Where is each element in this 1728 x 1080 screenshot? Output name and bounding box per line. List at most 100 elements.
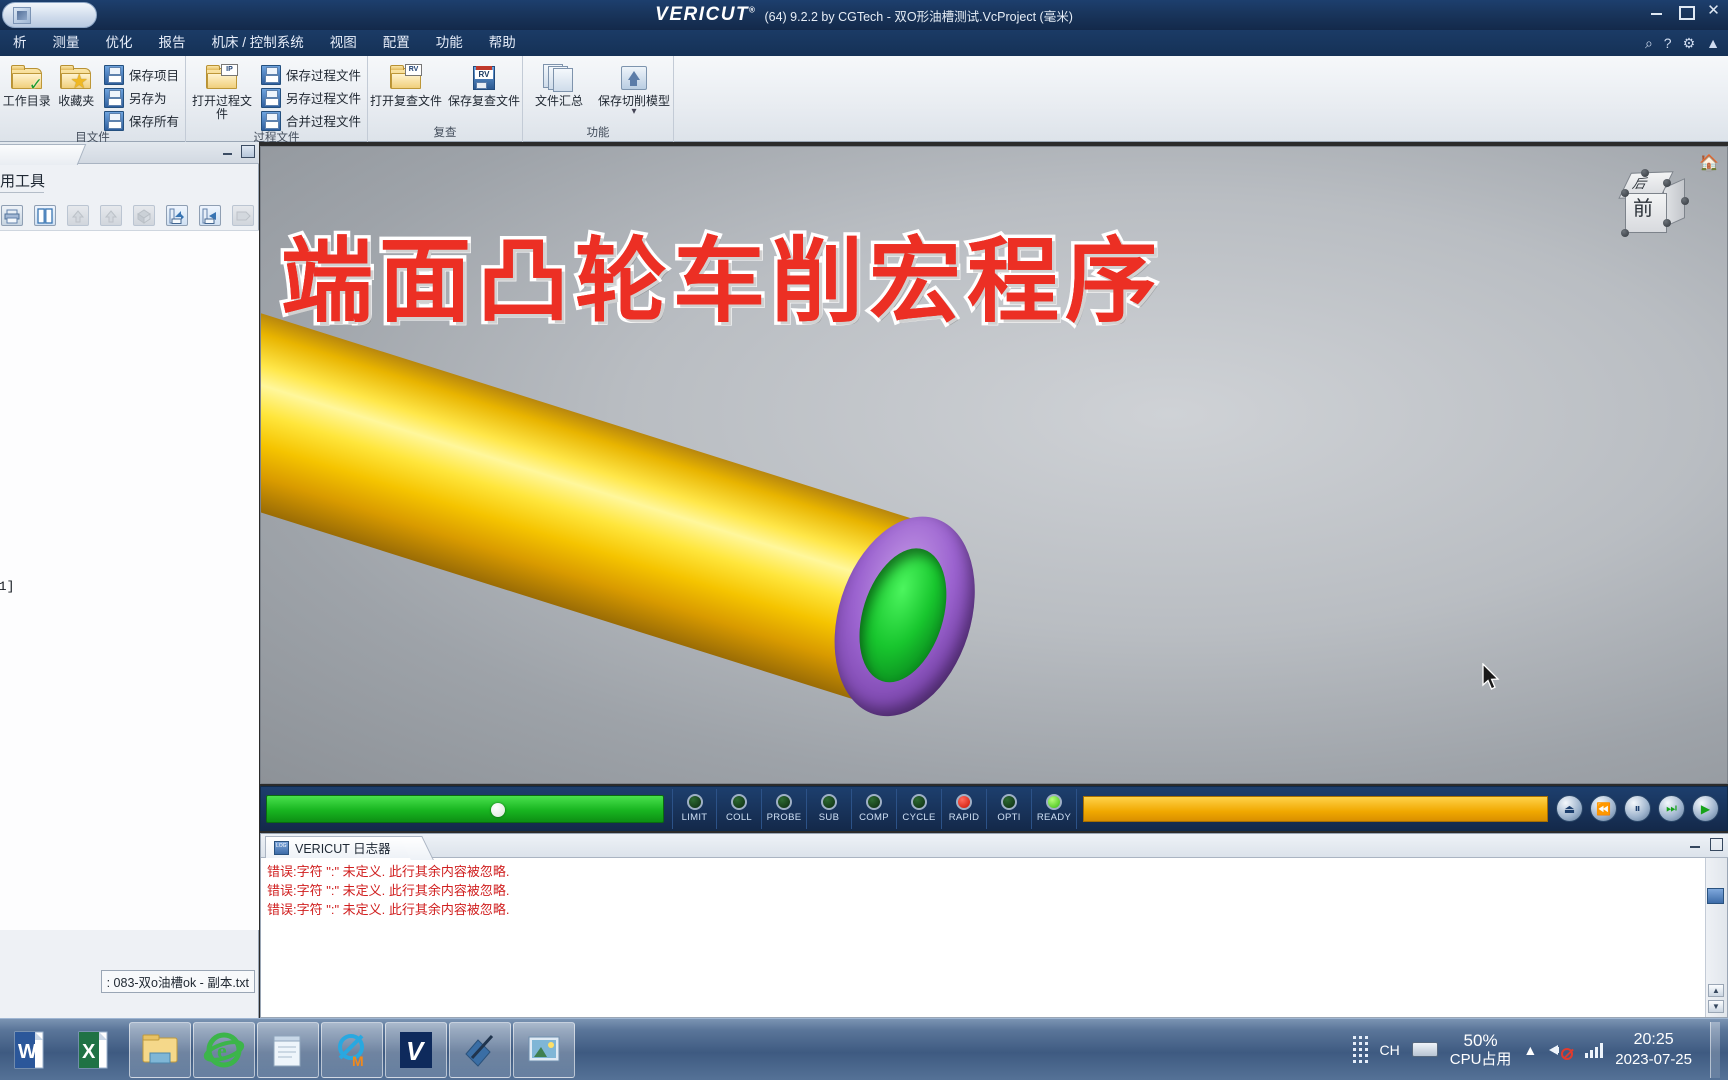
minimize-icon[interactable] [221, 145, 235, 158]
export-up2-icon[interactable] [99, 204, 123, 227]
save-project-button[interactable]: 保存项目 [101, 63, 185, 86]
log-row: 错误:字符 ":" 未定义. 此行其余内容被忽略. [267, 864, 510, 879]
menu-item-configure[interactable]: 配置 [370, 30, 423, 56]
minimize-icon[interactable] [1689, 838, 1702, 851]
keyboard-icon[interactable] [1411, 1042, 1438, 1057]
project-icon[interactable] [13, 6, 31, 24]
chevron-down-icon[interactable]: ▾ [631, 107, 636, 117]
show-desktop-button[interactable] [1710, 1021, 1720, 1078]
close-icon[interactable]: ✕ [1705, 3, 1722, 18]
window-controls: ✕ [1649, 3, 1722, 20]
ribbon-group-process-files: IP 打开过程文件 保存过程文件 另存过程文件 合并过程文件 过程文件 [186, 56, 368, 144]
reset-button[interactable]: ⏏ [1556, 795, 1583, 822]
comp-lamp [866, 794, 882, 810]
cpu-usage-indicator[interactable]: 50% CPU占用 [1450, 1031, 1512, 1069]
simulation-progress-bar[interactable] [266, 794, 664, 823]
favorites-button[interactable]: ★ 收藏夹 [51, 60, 100, 108]
network-bars-icon[interactable] [1585, 1042, 1604, 1058]
view-cube-corner[interactable] [1663, 179, 1671, 187]
export-up-icon[interactable] [66, 204, 90, 227]
left-panel-body[interactable]: 2*SIN#1] [0, 230, 259, 930]
search-icon[interactable]: ⌕ [1645, 35, 1653, 52]
taskbar-explorer[interactable] [129, 1021, 191, 1078]
menu-item-machine-control[interactable]: 机床 / 控制系统 [199, 30, 317, 56]
svg-text:M: M [352, 1053, 364, 1069]
view-cube-corner[interactable] [1681, 197, 1689, 205]
gear-icon[interactable]: ⚙ [1683, 35, 1696, 52]
view-cube[interactable]: 前 后 [1611, 169, 1689, 239]
taskbar-notepad[interactable] [257, 1021, 319, 1078]
nc-right-icon[interactable] [231, 204, 255, 227]
menu-item-view[interactable]: 视图 [317, 30, 370, 56]
status-light-rapid: RAPID [942, 788, 987, 829]
view-cube-corner[interactable] [1641, 169, 1649, 177]
save-cut-model-button[interactable]: 保存切削模型 ▾ [597, 60, 671, 117]
step-button[interactable]: ⏭ [1658, 795, 1685, 822]
menu-item-analysis[interactable]: 析 [0, 30, 40, 56]
3d-viewport[interactable]: 端面凸轮车削宏程序 端面凸轮车削宏程序 🏠 前 后 [260, 146, 1728, 784]
float-icon[interactable] [241, 145, 255, 158]
save-review-file-button[interactable]: RV 保存复查文件 [448, 60, 520, 108]
scroll-up-icon[interactable]: ▲ [1708, 984, 1724, 997]
ribbon-group-label-review: 复查 [433, 127, 457, 139]
model-icon[interactable] [132, 204, 156, 227]
maximize-icon[interactable] [1677, 4, 1695, 20]
work-directory-button[interactable]: ✓ 工作目录 [2, 60, 51, 108]
save-as-process-file-button[interactable]: 另存过程文件 [258, 86, 367, 109]
tab-vericut-log[interactable]: VERICUT 日志器 [265, 836, 418, 858]
save-as-button[interactable]: 另存为 [101, 86, 185, 109]
maximize-icon[interactable] [1710, 838, 1723, 851]
minimize-icon[interactable] [1649, 4, 1666, 18]
left-panel-tab[interactable] [0, 144, 87, 165]
quick-access-toolbar[interactable] [2, 2, 97, 28]
taskbar-excel[interactable]: X [65, 1022, 127, 1078]
view-cube-corner[interactable] [1663, 219, 1671, 227]
split-view-icon[interactable] [33, 204, 57, 227]
scroll-down-icon[interactable]: ▼ [1708, 1000, 1724, 1013]
disk-rv-icon: RV [470, 64, 498, 92]
taskbar-word[interactable]: W [1, 1022, 63, 1078]
secondary-progress-bar[interactable] [1083, 795, 1548, 822]
home-icon[interactable]: 🏠 [1699, 153, 1719, 173]
menu-item-function[interactable]: 功能 [423, 30, 476, 56]
save-process-file-button[interactable]: 保存过程文件 [258, 63, 367, 86]
play-button[interactable]: ▶ [1692, 795, 1719, 822]
title-center: VERICUT® (64) 9.2.2 by CGTech - 双O形油槽测试.… [0, 0, 1728, 30]
nc-back-icon[interactable] [165, 204, 189, 227]
status-light-cycle: CYCLE [897, 788, 942, 829]
progress-knob[interactable] [491, 802, 505, 817]
menu-item-measure[interactable]: 测量 [40, 30, 93, 56]
view-cube-corner[interactable] [1621, 189, 1629, 197]
volume-muted-icon[interactable] [1549, 1040, 1574, 1060]
view-cube-corner[interactable] [1621, 229, 1629, 237]
taskbar-photo[interactable] [513, 1021, 575, 1078]
log-export-icon[interactable] [1707, 888, 1724, 904]
taskbar-editor[interactable] [449, 1021, 511, 1078]
help-icon[interactable]: ? [1664, 35, 1672, 51]
rewind-button[interactable]: ⏪ [1590, 795, 1617, 822]
taskbar-ie[interactable]: e [193, 1021, 255, 1078]
taskbar-vericut[interactable]: V [385, 1021, 447, 1078]
save-all-button[interactable]: 保存所有 [101, 109, 185, 132]
internet-explorer-icon: e [202, 1028, 246, 1072]
chevron-up-icon[interactable]: ▲ [1523, 1042, 1537, 1058]
print-icon[interactable] [0, 204, 24, 227]
probe-lamp [776, 794, 792, 810]
menu-item-optimize[interactable]: 优化 [93, 30, 146, 56]
taskbar-cad[interactable]: M [321, 1021, 383, 1078]
log-scrollbar[interactable]: ▲ ▼ [1705, 858, 1727, 1017]
pause-button[interactable]: ⏸ [1624, 795, 1651, 822]
clock[interactable]: 20:25 2023-07-25 [1615, 1030, 1692, 1070]
merge-process-file-button[interactable]: 合并过程文件 [258, 109, 367, 132]
open-review-file-button[interactable]: RV 打开复查文件 [370, 60, 442, 108]
photo-viewer-icon [522, 1028, 566, 1072]
tray-overflow-icon[interactable] [1352, 1036, 1368, 1063]
collapse-ribbon-icon[interactable]: ▲ [1706, 35, 1720, 51]
menu-item-report[interactable]: 报告 [146, 30, 199, 56]
menu-item-help[interactable]: 帮助 [476, 30, 529, 56]
open-process-file-button[interactable]: IP 打开过程文件 [186, 60, 258, 121]
ime-indicator[interactable]: CH [1380, 1042, 1400, 1058]
nc-left-icon[interactable] [198, 204, 222, 227]
file-summary-button[interactable]: 文件汇总 [525, 60, 593, 108]
log-message-list[interactable]: 错误:字符 ":" 未定义. 此行其余内容被忽略. 错误:字符 ":" 未定义.… [261, 858, 1705, 1017]
